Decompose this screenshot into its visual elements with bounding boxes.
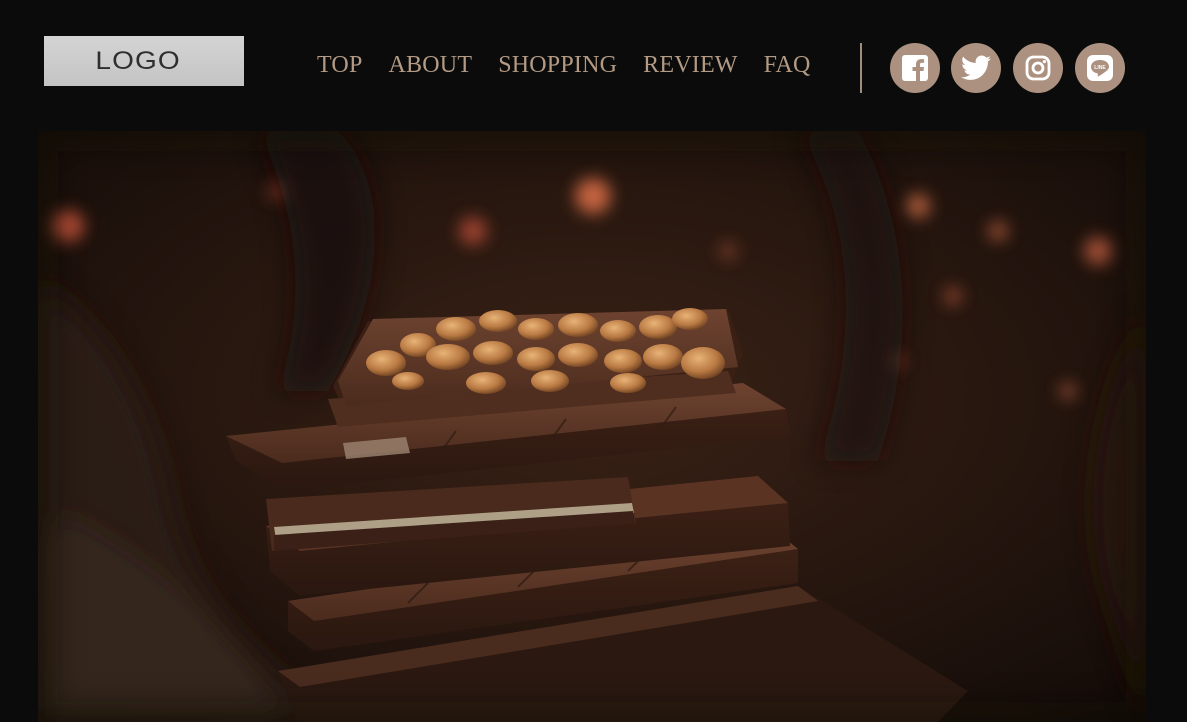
logo[interactable]: LOGO — [44, 36, 244, 86]
line-icon: LINE — [1086, 54, 1114, 82]
instagram-icon — [1025, 55, 1051, 81]
twitter-button[interactable] — [951, 43, 1001, 93]
facebook-button[interactable] — [890, 43, 940, 93]
line-icon-label: LINE — [1094, 65, 1106, 71]
nav-divider — [860, 43, 862, 93]
logo-text: LOGO — [95, 46, 181, 75]
nav-item-review[interactable]: REVIEW — [643, 48, 738, 82]
facebook-icon — [902, 55, 928, 81]
line-button[interactable]: LINE — [1075, 43, 1125, 93]
main-nav: TOP ABOUT SHOPPING REVIEW FAQ — [317, 48, 811, 82]
hero-image — [38, 131, 1146, 722]
nav-item-top[interactable]: TOP — [317, 48, 363, 82]
nav-item-faq[interactable]: FAQ — [764, 48, 811, 82]
nav-item-shopping[interactable]: SHOPPING — [498, 48, 617, 82]
nav-item-about[interactable]: ABOUT — [389, 48, 473, 82]
instagram-button[interactable] — [1013, 43, 1063, 93]
twitter-icon — [961, 55, 991, 81]
